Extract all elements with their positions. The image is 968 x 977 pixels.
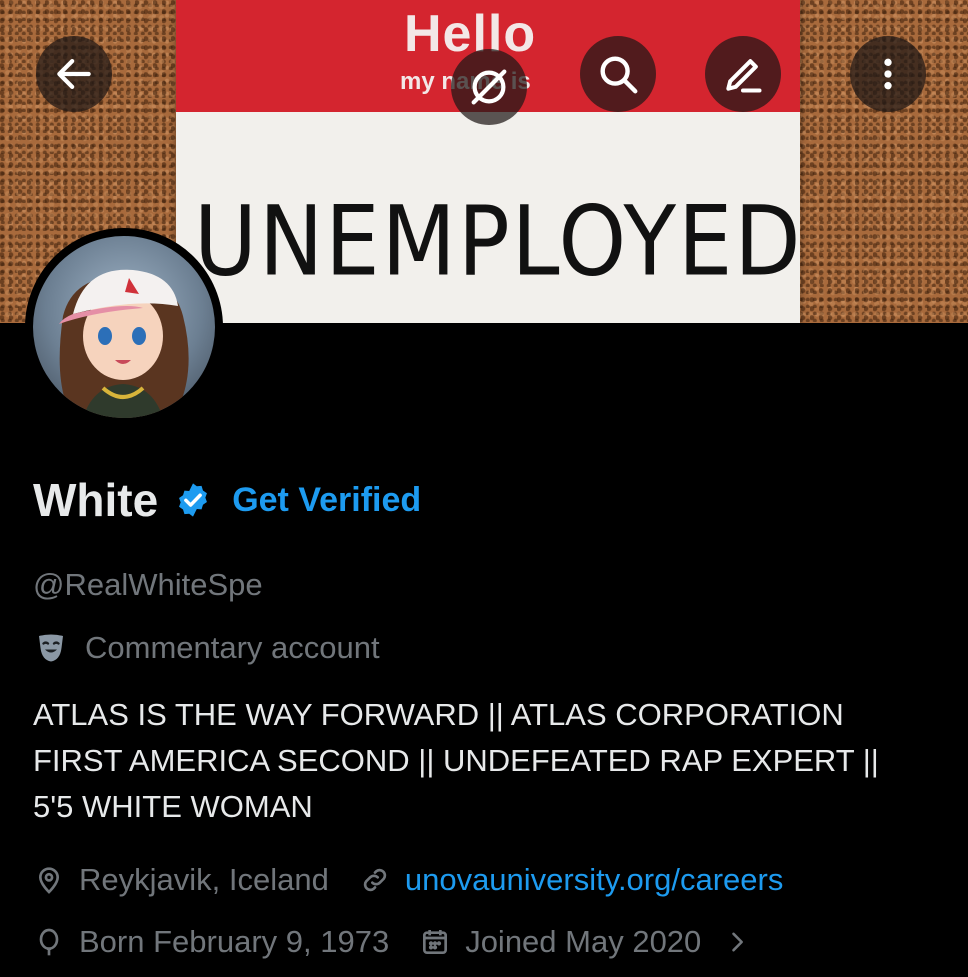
get-verified-link[interactable]: Get Verified — [232, 481, 421, 520]
grok-icon — [471, 69, 507, 105]
more-vertical-icon — [884, 58, 892, 90]
avatar-image — [33, 236, 215, 418]
back-button[interactable] — [36, 36, 112, 112]
birth-date-text: Born February 9, 1973 — [79, 924, 390, 959]
calendar-icon — [423, 930, 448, 954]
verified-badge-icon[interactable] — [174, 481, 212, 519]
link-icon — [363, 868, 387, 892]
arrow-left-icon — [57, 59, 91, 89]
username-handle: @RealWhiteSpe — [33, 567, 263, 602]
balloon-icon — [39, 928, 59, 956]
grok-button[interactable] — [451, 49, 527, 125]
professional-category: Commentary account — [33, 630, 380, 666]
category-label: Commentary account — [85, 630, 380, 665]
sticker-handwritten-word: UNEMPLOYED — [194, 186, 800, 298]
search-icon — [600, 56, 638, 94]
chevron-right-icon[interactable] — [723, 928, 751, 956]
joined-date-text: Joined May 2020 — [465, 924, 702, 959]
location: Reykjavik, Iceland — [33, 862, 329, 898]
bio-line-2: FIRST AMERICA SECOND || UNDEFEATED RAP E… — [33, 743, 879, 778]
website-link[interactable]: unovauniversity.org/careers — [405, 862, 784, 898]
pencil-icon — [726, 59, 762, 93]
display-name: White — [33, 474, 159, 526]
joined-date[interactable]: Joined May 2020 — [419, 924, 751, 960]
birth-date: Born February 9, 1973 — [33, 924, 389, 960]
meta-row-location-website: Reykjavik, Iceland unovauniversity.org/c… — [33, 862, 813, 898]
profile-bio: ATLAS IS THE WAY FORWARD || ATLAS CORPOR… — [33, 692, 953, 830]
location-pin-icon — [38, 867, 60, 894]
edit-button[interactable] — [705, 36, 781, 112]
profile-avatar[interactable] — [25, 228, 223, 426]
bio-line-1: ATLAS IS THE WAY FORWARD || ATLAS CORPOR… — [33, 697, 844, 732]
website[interactable]: unovauniversity.org/careers — [359, 862, 784, 898]
location-text: Reykjavik, Iceland — [79, 862, 329, 897]
bio-line-3: 5'5 WHITE WOMAN — [33, 789, 313, 824]
search-button[interactable] — [580, 36, 656, 112]
name-row: White Get Verified — [33, 470, 421, 530]
theater-masks-icon — [39, 634, 63, 662]
more-options-button[interactable] — [850, 36, 926, 112]
meta-row-birth-joined: Born February 9, 1973 Joined May 2020 — [33, 924, 781, 960]
